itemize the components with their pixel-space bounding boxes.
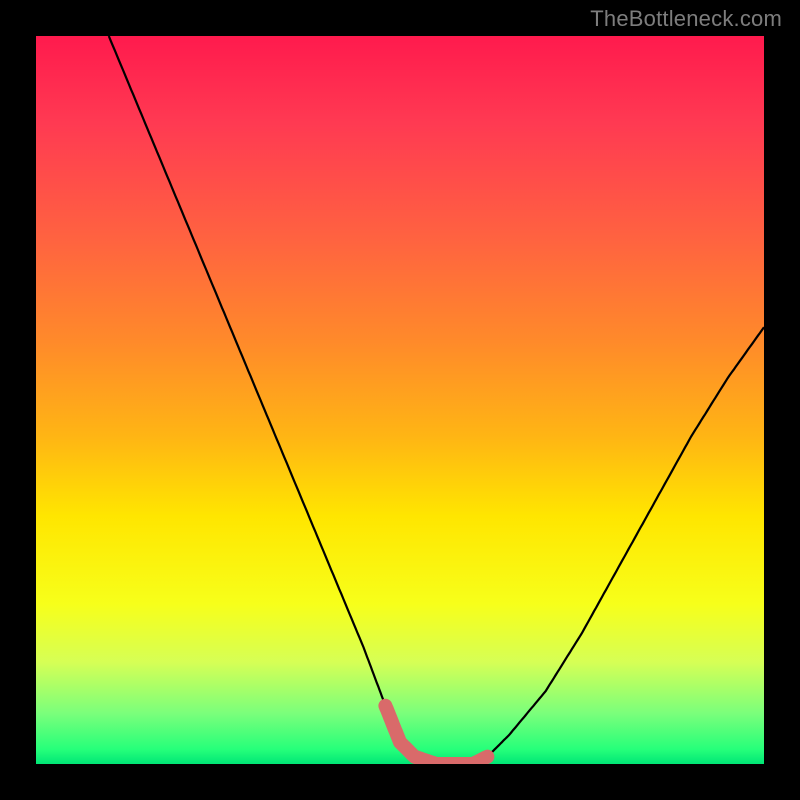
chart-frame: TheBottleneck.com	[0, 0, 800, 800]
chart-plot-area	[36, 36, 764, 764]
chart-svg	[36, 36, 764, 764]
watermark-text: TheBottleneck.com	[590, 6, 782, 32]
bottleneck-curve-line	[109, 36, 764, 764]
bottleneck-curve-highlight	[385, 706, 487, 764]
